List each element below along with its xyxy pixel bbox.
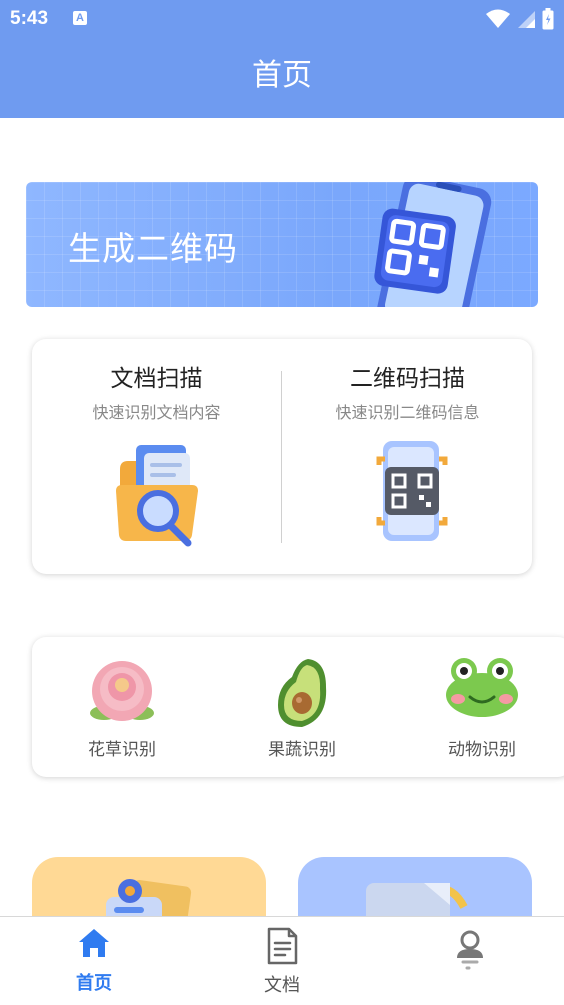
nav-item-profile[interactable] [376,917,564,1005]
qrcode-scan-title: 二维码扫描 [350,366,465,392]
document-scan-button[interactable]: 文档扫描 快速识别文档内容 [32,339,281,574]
status-bar: 5:43 A [0,0,564,38]
qrcode-scan-button[interactable]: 二维码扫描 快速识别二维码信息 [283,339,532,574]
scan-divider [281,371,282,543]
document-icon [267,927,298,965]
scan-card: 文档扫描 快速识别文档内容 二维码扫描 快速识别二维码信息 [32,339,532,574]
qrcode-scan-subtitle: 快速识别二维码信息 [335,403,480,422]
frog-icon [446,658,518,717]
avocado-icon [278,659,327,727]
recognition-card: 花草识别 果蔬识别 动物识别 [32,637,564,777]
wifi-icon [486,9,510,28]
nav-label-documents: 文档 [264,975,300,996]
nav-label-home: 首页 [76,973,112,994]
flower-icon [90,661,154,721]
page-title: 首页 [252,58,312,93]
banner-label: 生成二维码 [68,229,238,268]
flower-recognition-button[interactable]: 花草识别 [32,637,212,777]
notification-icon: A [73,11,87,25]
status-icons [486,8,554,30]
phone-scan-icon [376,441,447,541]
nav-item-documents[interactable]: 文档 [188,917,376,1005]
battery-icon [542,8,554,30]
signal-icon [518,11,535,28]
nav-item-home[interactable]: 首页 [0,917,188,1005]
document-scan-title: 文档扫描 [110,366,203,392]
app-bar: 首页 [0,38,564,118]
flower-recognition-label: 花草识别 [88,740,156,760]
status-time: 5:43 [10,8,49,29]
user-icon [457,930,483,970]
home-icon [79,929,109,957]
folder-search-icon [115,445,198,547]
generate-qrcode-banner[interactable]: 生成二维码 [26,182,538,307]
phone-qrcode-icon [374,182,492,307]
bottom-nav: 首页 文档 [0,916,564,1004]
document-scan-subtitle: 快速识别文档内容 [92,403,221,422]
animal-recognition-button[interactable]: 动物识别 [392,637,564,777]
fruit-recognition-button[interactable]: 果蔬识别 [212,637,392,777]
animal-recognition-label: 动物识别 [448,740,516,760]
fruit-recognition-label: 果蔬识别 [268,740,336,760]
